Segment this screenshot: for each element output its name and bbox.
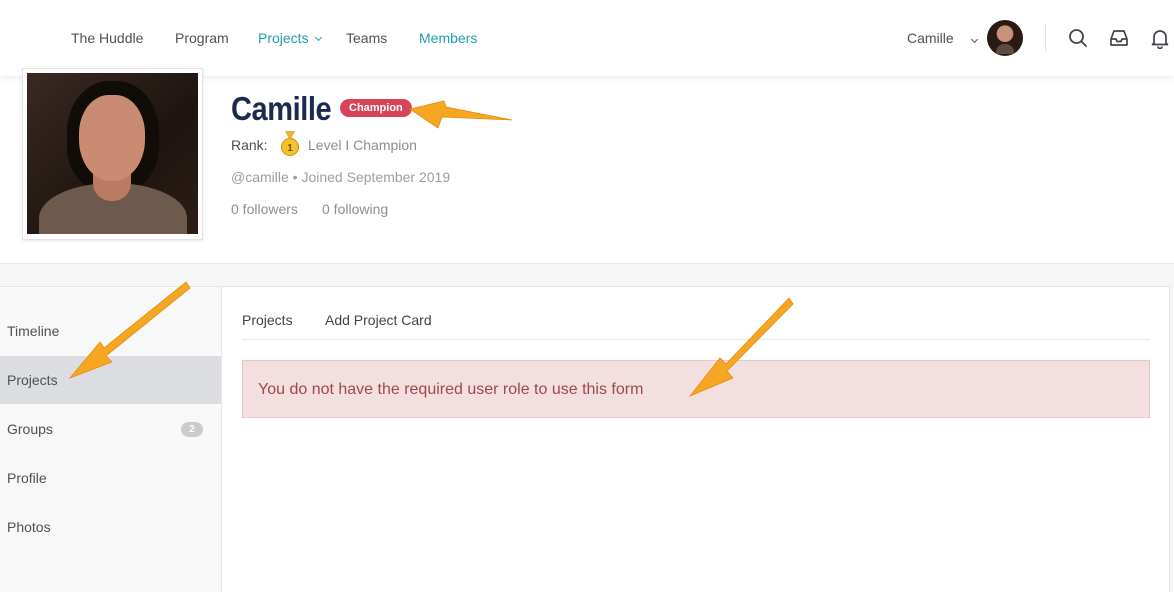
handle-joined-line: @camille • Joined September 2019 (231, 169, 451, 185)
nav-members[interactable]: Members (419, 30, 477, 46)
member-type-badge: Champion (340, 99, 412, 117)
sidebar-item-profile[interactable]: Profile (0, 454, 221, 502)
nav-teams[interactable]: Teams (346, 30, 387, 46)
medal-icon: 1 (280, 131, 300, 157)
tab-projects[interactable]: Projects (242, 312, 293, 328)
search-icon[interactable] (1067, 27, 1089, 49)
user-menu-chevron-icon[interactable] (965, 32, 979, 50)
error-alert-text: You do not have the required user role t… (258, 381, 644, 398)
avatar[interactable] (987, 20, 1023, 56)
sidebar-item-groups[interactable]: Groups 2 (0, 405, 221, 453)
profile-sidebar-nav: Timeline Projects Groups 2 Profile Photos (0, 286, 222, 592)
inbox-icon[interactable] (1108, 27, 1130, 49)
tab-add-project-card[interactable]: Add Project Card (325, 312, 432, 328)
following-link[interactable]: 0 following (322, 201, 388, 217)
followers-link[interactable]: 0 followers (231, 201, 298, 217)
user-menu-name[interactable]: Camille (907, 30, 954, 46)
profile-photo (27, 73, 198, 234)
sidebar-item-timeline[interactable]: Timeline (0, 307, 221, 355)
main-content-panel: Projects Add Project Card You do not hav… (222, 286, 1170, 592)
top-header: The Huddle Program Projects Teams Member… (0, 0, 1174, 76)
nav-program[interactable]: Program (175, 30, 229, 46)
nav-the-huddle[interactable]: The Huddle (71, 30, 143, 46)
profile-photo-frame[interactable] (22, 68, 203, 240)
sidebar-item-label: Timeline (7, 323, 60, 339)
rank-label: Rank: (231, 137, 268, 153)
medal-number: 1 (287, 143, 293, 154)
nav-projects[interactable]: Projects (258, 30, 322, 46)
groups-count-badge: 2 (181, 422, 203, 437)
sidebar-item-label: Photos (7, 519, 51, 535)
header-divider (1045, 24, 1046, 52)
bell-icon[interactable] (1149, 27, 1171, 49)
nav-projects-label: Projects (258, 30, 309, 46)
sidebar-item-label: Projects (7, 372, 58, 388)
rank-value: Level I Champion (308, 137, 417, 153)
tabs-divider (242, 339, 1150, 340)
profile-name: Camille (231, 90, 332, 127)
sidebar-item-projects[interactable]: Projects (0, 356, 221, 404)
chevron-down-icon (314, 33, 322, 42)
sidebar-item-photos[interactable]: Photos (0, 503, 221, 551)
sidebar-item-label: Profile (7, 470, 47, 486)
error-alert: You do not have the required user role t… (242, 360, 1150, 418)
sidebar-item-label: Groups (7, 421, 53, 437)
